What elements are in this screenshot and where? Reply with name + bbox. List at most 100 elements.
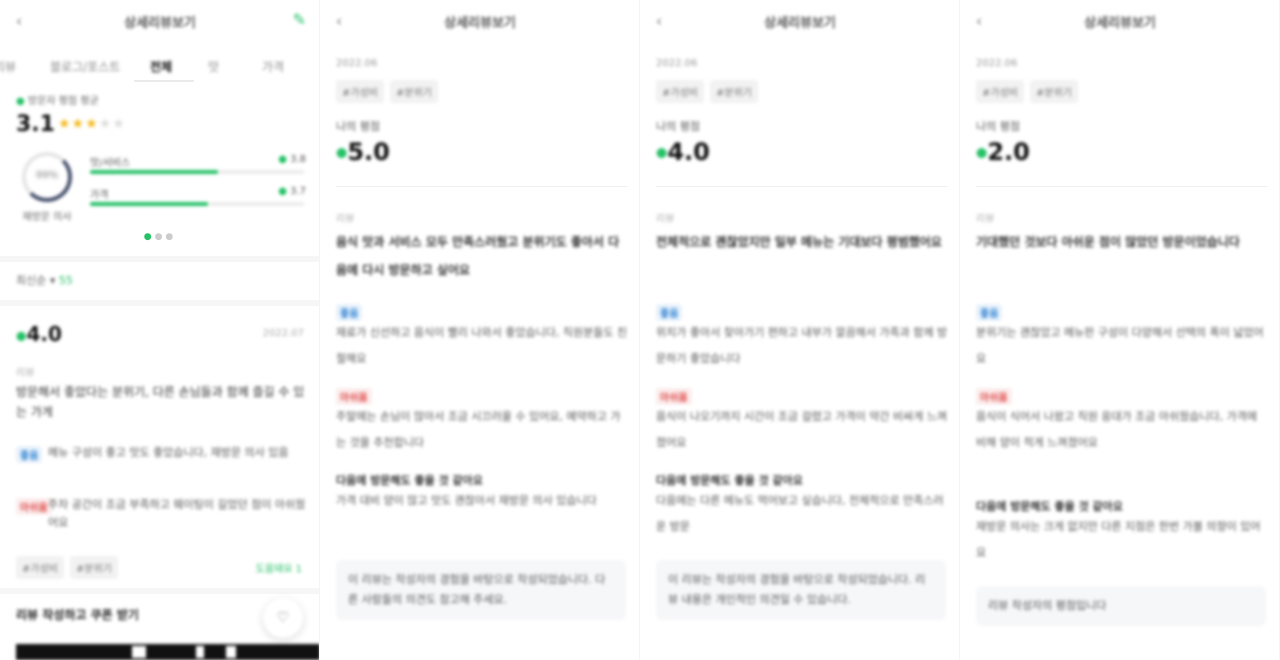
- good-tag: 좋음: [336, 304, 363, 321]
- rating-label: 나의 평점: [656, 120, 700, 133]
- visit-date: 2022.06: [976, 58, 1018, 69]
- good-text: 메뉴 구성이 좋고 맛도 좋았습니다, 재방문 의사 있음: [48, 446, 289, 459]
- rating-score: ●5.0: [336, 138, 390, 166]
- average-score: 3.1: [16, 112, 55, 137]
- keyword-chips: #가성비 #분위기: [336, 80, 444, 103]
- star-empty-icon: ★★: [98, 116, 126, 132]
- header: ‹ 상세리뷰보기: [640, 8, 959, 36]
- disclaimer-note: 이 리뷰는 작성자의 경험을 바탕으로 작성되었습니다. 리뷰 내용은 개인적인…: [656, 560, 946, 620]
- bar-fill-taste: [90, 170, 219, 174]
- section-divider: [0, 256, 319, 262]
- bar-label-taste: 맛/서비스: [90, 158, 131, 169]
- edit-pencil-icon[interactable]: ✎: [293, 10, 306, 29]
- revisit-text: 재방문 의사는 크게 없지만 다른 지점은 한번 가볼 의향이 있어요: [976, 520, 1261, 559]
- review-section-label: 리뷰: [976, 214, 995, 225]
- section-divider: [0, 588, 319, 594]
- chip[interactable]: #분위기: [389, 80, 438, 103]
- tab-all[interactable]: 전체: [150, 58, 172, 75]
- review-body: 음식 맛과 서비스 모두 만족스러웠고 분위기도 좋아서 다음에 다시 방문하고…: [336, 235, 620, 277]
- chip[interactable]: #가성비: [656, 80, 704, 103]
- chip[interactable]: #가성비: [976, 80, 1024, 103]
- screen-strip: ‹ 상세리뷰보기 ✎ 리뷰 블로그/포스트 전체 맛 가격 ● 방문자 평점 평…: [0, 0, 1280, 660]
- divider: [656, 186, 948, 187]
- rating-score: ●4.0: [656, 138, 710, 166]
- bad-tag: 아쉬움: [976, 388, 1012, 405]
- ring-value: 99%: [35, 170, 59, 181]
- chip[interactable]: #가성비: [336, 80, 384, 103]
- section-divider: [0, 300, 319, 306]
- bad-text: 음식이 식어서 나왔고 직원 응대가 조금 아쉬웠습니다, 가격에 비해 양이 …: [976, 410, 1257, 449]
- tab-bar: 리뷰 블로그/포스트 전체 맛 가격: [0, 52, 319, 80]
- heart-icon[interactable]: ♡: [263, 598, 303, 638]
- bad-text: 음식이 나오기까지 시간이 조금 걸렸고 가격이 약간 비싸게 느껴졌어요: [656, 410, 948, 449]
- promo-image-strip[interactable]: [16, 644, 319, 660]
- chip[interactable]: #가성비: [16, 556, 64, 579]
- divider: [976, 186, 1268, 187]
- chip[interactable]: #분위기: [1029, 80, 1078, 103]
- rating-label: 나의 평점: [336, 120, 380, 133]
- page-title: 상세리뷰보기: [124, 16, 196, 31]
- page-title: 상세리뷰보기: [444, 16, 516, 31]
- good-text: 위치가 좋아서 찾아가기 편하고 내부가 깔끔해서 가족과 함께 방문하기 좋았…: [656, 326, 948, 365]
- revisit-text: 가격 대비 양이 많고 맛도 괜찮아서 재방문 의사 있습니다: [336, 494, 597, 507]
- disclaimer-note: 리뷰 작성자의 평점입니다: [976, 586, 1266, 626]
- revisit-subhead: 다음에 방문해도 좋을 것 같아요: [336, 474, 483, 487]
- review-score: ●4.0: [16, 322, 62, 346]
- visit-date: 2022.06: [656, 58, 698, 69]
- tab-taste[interactable]: 맛: [208, 58, 219, 75]
- review-list-screen: ‹ 상세리뷰보기 ✎ 리뷰 블로그/포스트 전체 맛 가격 ● 방문자 평점 평…: [0, 0, 320, 660]
- page-title: 상세리뷰보기: [764, 16, 836, 31]
- bad-tag: 아쉬움: [336, 388, 372, 405]
- review-section-label: 리뷰: [336, 214, 355, 225]
- bar-track-taste: [90, 170, 304, 174]
- star-rating: ★★★★★: [58, 116, 126, 132]
- keyword-chips: #가성비 #분위기: [656, 80, 764, 103]
- review-body: 기대했던 것보다 아쉬운 점이 많았던 방문이었습니다: [976, 235, 1240, 249]
- good-text: 재료가 신선하고 음식이 빨리 나와서 좋았습니다, 직원분들도 친절해요: [336, 326, 628, 365]
- star-filled-icon: ★★★: [58, 116, 99, 132]
- page-title: 상세리뷰보기: [1084, 16, 1156, 31]
- review-detail-screen-2: ‹ 상세리뷰보기 2022.06 #가성비 #분위기 나의 평점 ●4.0 리뷰 …: [640, 0, 960, 660]
- bad-tag: 아쉬움: [16, 498, 52, 515]
- summary-caption: ● 방문자 평점 평균: [16, 96, 99, 107]
- tab-underline: [134, 80, 194, 82]
- ring-caption: 재방문 의사: [22, 212, 72, 223]
- bad-tag: 아쉬움: [656, 388, 692, 405]
- review-detail-screen-3: ‹ 상세리뷰보기 2022.06 #가성비 #분위기 나의 평점 ●2.0 리뷰 …: [960, 0, 1280, 660]
- good-tag: 좋음: [16, 446, 43, 463]
- promo-title[interactable]: 리뷰 작성하고 쿠폰 받기: [16, 606, 139, 623]
- good-text: 분위기는 괜찮았고 메뉴판 구성이 다양해서 선택의 폭이 넓었어요: [976, 326, 1264, 365]
- bar-fill-price: [90, 202, 208, 206]
- bar-track-price: [90, 202, 304, 206]
- review-section-label: 리뷰: [16, 368, 35, 379]
- keyword-chips: #가성비 #분위기: [976, 80, 1084, 103]
- helpful-button[interactable]: 도움돼요 1: [256, 560, 302, 575]
- rating-label: 나의 평점: [976, 120, 1020, 133]
- review-date: 2022.07: [262, 328, 304, 339]
- rating-summary-card: ● 방문자 평점 평균 3.1 ★★★★★ 99% 재방문 의사 맛/서비스 ●…: [0, 88, 319, 250]
- keyword-chips: #가성비 #분위기: [16, 556, 124, 579]
- bad-text: 주차 공간이 조금 부족하고 웨이팅이 길었던 점이 아쉬웠어요: [48, 498, 306, 529]
- sort-filter[interactable]: 최신순 ▾ 55: [16, 272, 73, 288]
- bar-label-price: 가격: [90, 190, 109, 201]
- divider: [336, 186, 628, 187]
- tab-reviews[interactable]: 리뷰: [0, 58, 16, 75]
- review-body: 전체적으로 괜찮았지만 일부 메뉴는 기대보다 평범했어요: [656, 235, 942, 249]
- header: ‹ 상세리뷰보기: [320, 8, 639, 36]
- header: ‹ 상세리뷰보기: [960, 8, 1279, 36]
- rating-score: ●2.0: [976, 138, 1030, 166]
- good-tag: 좋음: [656, 304, 683, 321]
- chip[interactable]: #분위기: [709, 80, 758, 103]
- revisit-subhead: 다음에 방문해도 좋을 것 같아요: [656, 474, 803, 487]
- chip[interactable]: #분위기: [69, 556, 118, 579]
- review-section-label: 리뷰: [656, 214, 675, 225]
- disclaimer-note: 이 리뷰는 작성자의 경험을 바탕으로 작성되었습니다. 다른 사람들의 의견도…: [336, 560, 626, 620]
- bar-value-price: ● 3.7: [278, 186, 306, 197]
- good-tag: 좋음: [976, 304, 1003, 321]
- header: ‹ 상세리뷰보기 ✎: [0, 8, 319, 36]
- tab-price[interactable]: 가격: [262, 58, 284, 75]
- visit-date: 2022.06: [336, 58, 378, 69]
- carousel-dots[interactable]: ●●●: [0, 232, 319, 242]
- review-detail-screen-1: ‹ 상세리뷰보기 2022.06 #가성비 #분위기 나의 평점 ●5.0 리뷰 …: [320, 0, 640, 660]
- tab-blog[interactable]: 블로그/포스트: [50, 58, 120, 75]
